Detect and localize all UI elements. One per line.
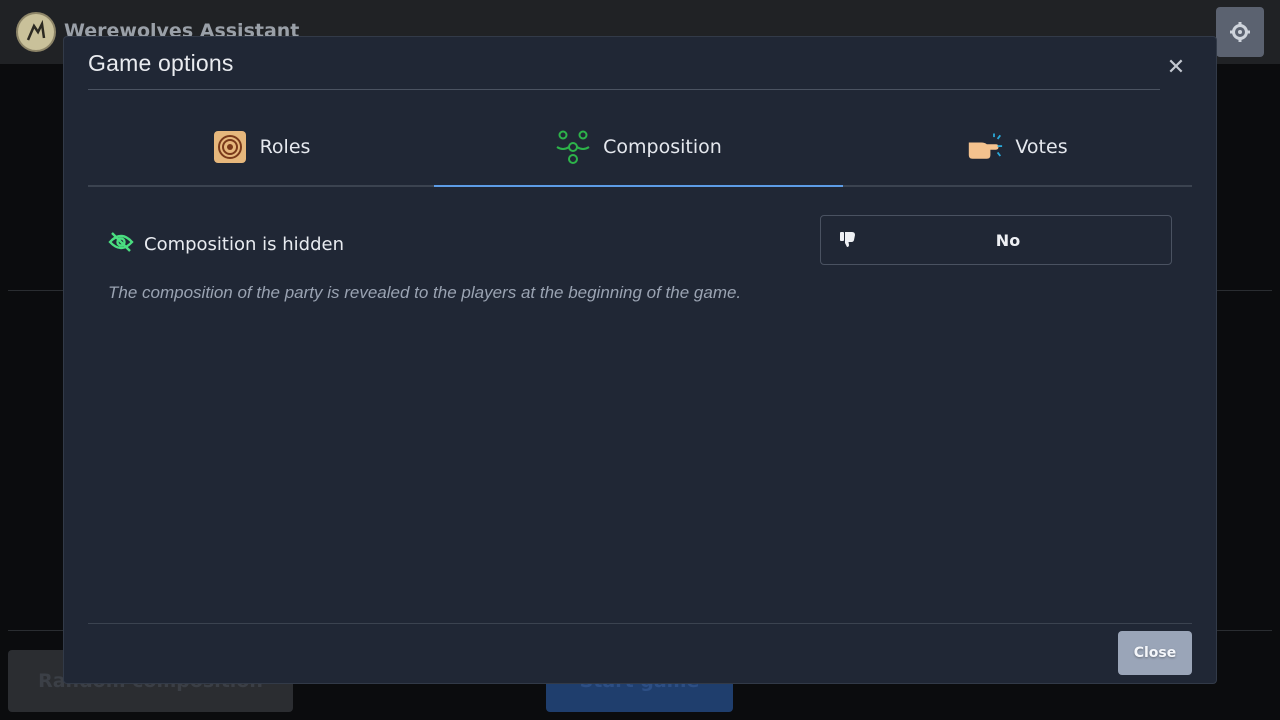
- divider: [88, 89, 1160, 90]
- tab-label: Roles: [259, 136, 311, 158]
- option-composition-hidden: Composition is hidden: [108, 231, 344, 257]
- tab-votes[interactable]: Votes: [843, 109, 1192, 185]
- werewolf-logo-icon: [16, 12, 56, 52]
- votes-icon: [967, 129, 1003, 165]
- close-icon[interactable]: ✕: [1164, 55, 1188, 80]
- divider: [88, 623, 1192, 624]
- tab-label: Votes: [1015, 136, 1068, 158]
- composition-hidden-toggle[interactable]: No: [820, 215, 1172, 265]
- option-description: The composition of the party is revealed…: [108, 283, 742, 302]
- option-label: Composition is hidden: [144, 233, 344, 255]
- roles-icon: [212, 129, 248, 165]
- gear-icon[interactable]: [1216, 7, 1264, 57]
- tab-composition[interactable]: Composition: [434, 109, 843, 187]
- modal-title: Game options: [88, 50, 234, 76]
- eye-slash-icon: [108, 231, 134, 257]
- close-button[interactable]: Close: [1118, 631, 1192, 675]
- tabs: Roles Composition Votes: [88, 109, 1192, 187]
- composition-icon: [555, 129, 591, 165]
- toggle-value: No: [995, 230, 1021, 250]
- tab-roles[interactable]: Roles: [88, 109, 434, 185]
- game-options-modal: Game options ✕ Roles Composition Votes C…: [63, 36, 1217, 684]
- tab-label: Composition: [603, 136, 722, 158]
